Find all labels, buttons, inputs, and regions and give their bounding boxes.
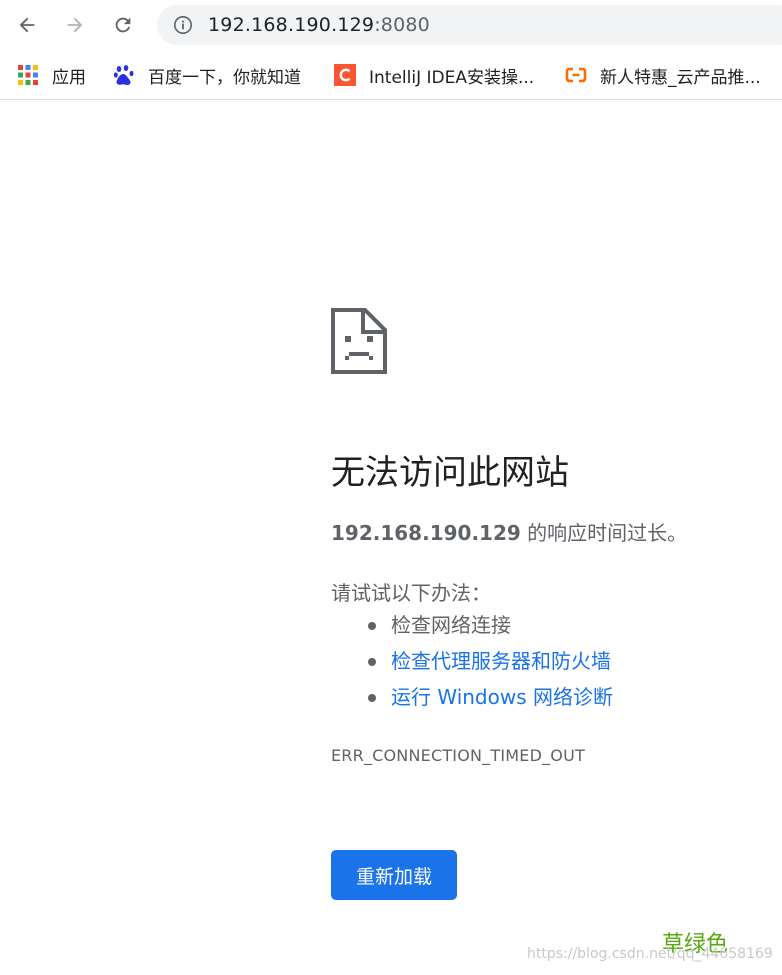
address-host: 192.168.190.129 bbox=[208, 14, 375, 36]
error-title: 无法访问此网站 bbox=[331, 453, 569, 493]
reload-toolbar-button[interactable] bbox=[105, 7, 141, 43]
bookmark-intellij[interactable]: IntelliJ IDEA安装操... bbox=[334, 62, 534, 88]
bookmark-aliyun[interactable]: 新人特惠_云产品推... bbox=[565, 62, 761, 88]
suggestion-check-connection: 检查网络连接 bbox=[331, 612, 613, 648]
address-url: 192.168.190.129:8080 bbox=[208, 14, 430, 36]
arrow-left-icon bbox=[19, 17, 35, 33]
browser-toolbar: 192.168.190.129:8080 bbox=[0, 0, 782, 50]
baidu-paw-icon bbox=[113, 65, 134, 86]
apps-grid-icon bbox=[18, 65, 38, 85]
refresh-icon bbox=[115, 17, 131, 33]
bookmark-label: IntelliJ IDEA安装操... bbox=[369, 67, 535, 88]
try-label: 请试试以下办法： bbox=[331, 581, 491, 605]
address-bar[interactable]: 192.168.190.129:8080 bbox=[157, 5, 782, 45]
error-summary-text: 的响应时间过长。 bbox=[520, 521, 688, 545]
bookmarks-bar: 应用 百度一下，你就知道 IntelliJ IDEA安装操... 新人特惠_云产… bbox=[0, 50, 782, 100]
info-icon[interactable] bbox=[173, 15, 193, 35]
suggestion-run-diagnostics: 运行 Windows 网络诊断 bbox=[331, 684, 613, 720]
forward-button[interactable] bbox=[57, 7, 93, 43]
bookmark-label: 百度一下，你就知道 bbox=[148, 67, 301, 88]
suggestion-list: 检查网络连接 检查代理服务器和防火墙 运行 Windows 网络诊断 bbox=[331, 612, 613, 720]
suggestion-link[interactable]: 检查代理服务器和防火墙 bbox=[391, 649, 611, 673]
bookmark-baidu[interactable]: 百度一下，你就知道 bbox=[113, 62, 301, 88]
error-host: 192.168.190.129 bbox=[331, 521, 521, 545]
suggestion-check-proxy-firewall: 检查代理服务器和防火墙 bbox=[331, 648, 613, 684]
csdn-c-icon bbox=[334, 64, 356, 86]
arrow-right-icon bbox=[67, 17, 83, 33]
aliyun-icon bbox=[565, 67, 587, 83]
sad-document-icon bbox=[331, 308, 387, 374]
reload-button[interactable]: 重新加载 bbox=[331, 850, 457, 900]
back-button[interactable] bbox=[9, 7, 45, 43]
error-summary: 192.168.190.129 的响应时间过长。 bbox=[331, 517, 687, 546]
bookmark-label: 新人特惠_云产品推... bbox=[600, 67, 761, 88]
suggestion-link[interactable]: 运行 Windows 网络诊断 bbox=[391, 685, 613, 709]
error-code: ERR_CONNECTION_TIMED_OUT bbox=[331, 746, 585, 765]
address-port: :8080 bbox=[374, 14, 430, 36]
suggestion-text: 检查网络连接 bbox=[391, 613, 511, 637]
watermark: https://blog.csdn.net/qq_44658169 bbox=[527, 946, 773, 962]
bookmark-apps[interactable]: 应用 bbox=[17, 62, 86, 88]
bookmark-label: 应用 bbox=[52, 67, 86, 88]
